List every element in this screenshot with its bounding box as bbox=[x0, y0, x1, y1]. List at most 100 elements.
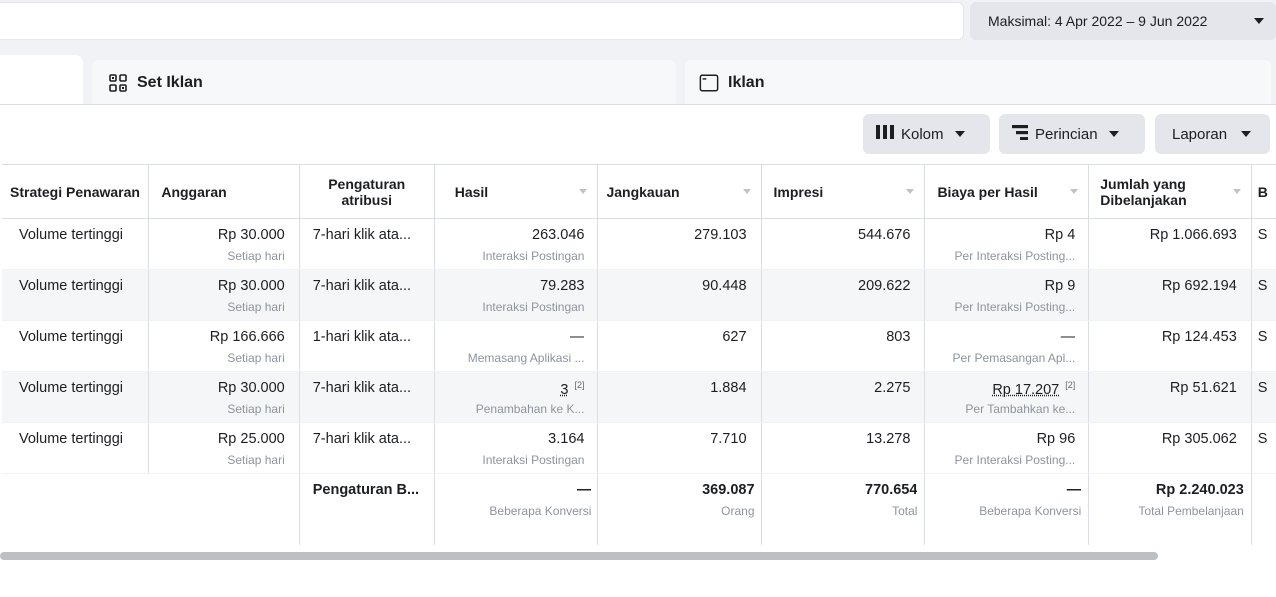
sort-icon[interactable] bbox=[1232, 189, 1241, 194]
table-cell: 369.087 Orang bbox=[597, 473, 762, 545]
cell-value: 279.103 bbox=[694, 227, 747, 243]
chevron-down-icon bbox=[1254, 18, 1264, 24]
table-cell bbox=[2, 473, 149, 545]
table-cell: Volume tertinggi bbox=[2, 218, 150, 270]
column-header-budget[interactable]: Anggaran bbox=[148, 164, 300, 219]
table-cell: Pengaturan B... bbox=[299, 473, 435, 545]
column-header-bid-strategy[interactable]: Strategi Penawaran bbox=[2, 164, 150, 219]
column-header-reach[interactable]: Jangkauan bbox=[597, 164, 762, 219]
table-cell: — Beberapa Konversi bbox=[924, 473, 1090, 545]
column-header-attribution[interactable]: Pengaturan atribusi bbox=[299, 164, 435, 219]
cell-value: 3 [2] bbox=[449, 372, 584, 398]
cell-value: B bbox=[1257, 183, 1268, 200]
table-row[interactable]: Volume tertinggi Rp 30.000 Setiap hari 7-… bbox=[2, 269, 1276, 321]
report-button[interactable]: Laporan bbox=[1155, 114, 1270, 154]
cell-subtext: Total bbox=[892, 504, 918, 518]
table-cell: S bbox=[1251, 371, 1276, 423]
cell-value: — bbox=[1060, 329, 1076, 345]
sort-icon[interactable] bbox=[742, 189, 751, 194]
date-range-dropdown[interactable]: Maksimal: 4 Apr 2022 – 9 Jun 2022 bbox=[970, 2, 1276, 40]
cell-subtext: Per Interaksi Posting... bbox=[954, 249, 1076, 263]
tab-ad[interactable]: Iklan bbox=[685, 60, 1271, 105]
cell-value: S bbox=[1257, 278, 1268, 294]
column-header-cost-per-result[interactable]: Biaya per Hasil bbox=[924, 164, 1090, 219]
cell-subtext: Setiap hari bbox=[227, 453, 285, 467]
table-cell: 1-hari klik ata... bbox=[299, 320, 435, 372]
table-cell: — Per Pemasangan Apl... bbox=[924, 320, 1090, 372]
tab-campaign[interactable] bbox=[0, 55, 83, 105]
cell-value: Rp 25.000 bbox=[217, 431, 285, 447]
table-cell: S bbox=[1251, 269, 1276, 321]
cell-value: 7-hari klik ata... bbox=[312, 278, 412, 294]
cell-value: Rp 30.000 bbox=[217, 278, 285, 294]
cell-value: Rp 30.000 bbox=[217, 380, 285, 396]
table-cell: 7-hari klik ata... bbox=[299, 422, 435, 474]
breakdown-button[interactable]: Perincian bbox=[999, 114, 1145, 154]
cell-value: 3.164 bbox=[548, 431, 585, 447]
cell-value: Rp 2.240.023 bbox=[1155, 482, 1244, 498]
columns-button[interactable]: Kolom bbox=[863, 114, 990, 154]
table-cell: 279.103 bbox=[597, 218, 762, 270]
table-cell: Rp 96 Per Interaksi Posting... bbox=[924, 422, 1090, 474]
table-row[interactable]: Volume tertinggi Rp 30.000 Setiap hari 7-… bbox=[2, 371, 1276, 423]
cell-value: 90.448 bbox=[702, 278, 747, 294]
tab-adset[interactable]: Set Iklan bbox=[92, 60, 676, 105]
cell-subtext: Setiap hari bbox=[227, 300, 285, 314]
cell-value: S bbox=[1257, 329, 1268, 345]
cell-subtext: Interaksi Postingan bbox=[482, 249, 585, 263]
cell-value: Rp 166.666 bbox=[209, 329, 285, 345]
table-cell: Volume tertinggi bbox=[2, 371, 150, 423]
cell-value: Anggaran bbox=[161, 183, 227, 200]
date-range-label: Maksimal: 4 Apr 2022 – 9 Jun 2022 bbox=[988, 13, 1208, 29]
cell-subtext: Total Pembelanjaan bbox=[1138, 504, 1244, 518]
columns-icon bbox=[876, 125, 894, 143]
cell-value: Volume tertinggi bbox=[19, 431, 123, 447]
sort-icon[interactable] bbox=[579, 189, 588, 194]
level-tabs: Set Iklan Iklan bbox=[0, 44, 1276, 105]
table-cell: S bbox=[1251, 218, 1276, 270]
table-cell: 209.622 bbox=[761, 269, 926, 321]
horizontal-scrollbar[interactable] bbox=[0, 552, 1158, 560]
footnote-marker: [2] bbox=[1065, 380, 1076, 390]
cost-value-link[interactable]: Rp 17.207 bbox=[992, 382, 1059, 398]
cell-subtext: Penambahan ke K... bbox=[475, 402, 585, 416]
breakdown-label: Perincian bbox=[1035, 125, 1098, 143]
cell-value: 7-hari klik ata... bbox=[312, 227, 412, 243]
table-row[interactable]: Volume tertinggi Rp 30.000 Setiap hari 7-… bbox=[2, 218, 1276, 270]
table-cell: Rp 25.000 Setiap hari bbox=[148, 422, 300, 474]
table-cell: 7.710 bbox=[597, 422, 762, 474]
cell-value: Rp 124.453 bbox=[1161, 329, 1237, 345]
sort-icon[interactable] bbox=[906, 189, 915, 194]
cell-value: — bbox=[1066, 482, 1082, 498]
report-label: Laporan bbox=[1172, 125, 1228, 143]
column-header-clipped[interactable]: B bbox=[1251, 164, 1276, 219]
table-cell: 627 bbox=[597, 320, 762, 372]
cell-value: Rp 9 bbox=[1044, 278, 1076, 294]
cell-value: Pengaturan atribusi bbox=[328, 175, 406, 208]
table-cell: Rp 124.453 bbox=[1088, 320, 1252, 372]
tab-ad-label: Iklan bbox=[728, 73, 765, 91]
table-cell: 7-hari klik ata... bbox=[299, 371, 435, 423]
cell-value: 627 bbox=[722, 329, 747, 345]
search-filter-field[interactable] bbox=[0, 2, 964, 40]
table-cell: 2.275 bbox=[761, 371, 926, 423]
cell-value: 7-hari klik ata... bbox=[312, 380, 412, 396]
column-header-results[interactable]: Hasil bbox=[434, 164, 599, 219]
cell-value: Volume tertinggi bbox=[19, 380, 123, 396]
results-value-link[interactable]: 3 bbox=[560, 382, 568, 398]
table-cell: 3 [2] Penambahan ke K... bbox=[434, 371, 599, 423]
column-header-impressions[interactable]: Impresi bbox=[761, 164, 926, 219]
table-cell: 90.448 bbox=[597, 269, 762, 321]
cell-value: Strategi Penawaran bbox=[10, 183, 140, 200]
cell-subtext: Per Pemasangan Apl... bbox=[952, 351, 1076, 365]
table-cell: Rp 9 Per Interaksi Posting... bbox=[924, 269, 1090, 321]
sort-icon[interactable] bbox=[1070, 189, 1079, 194]
table-row[interactable]: Volume tertinggi Rp 25.000 Setiap hari 7-… bbox=[2, 422, 1276, 474]
column-header-amount-spent[interactable]: Jumlah yang Dibelanjakan bbox=[1088, 164, 1252, 219]
table-cell: S bbox=[1251, 422, 1276, 474]
totals-row: Pengaturan B... — Beberapa Konversi 369.0… bbox=[2, 473, 1276, 545]
cell-value: S bbox=[1257, 431, 1268, 447]
table-row[interactable]: Volume tertinggi Rp 166.666 Setiap hari 1… bbox=[2, 320, 1276, 372]
table-cell: 7-hari klik ata... bbox=[299, 218, 435, 270]
grid-icon bbox=[108, 73, 128, 93]
